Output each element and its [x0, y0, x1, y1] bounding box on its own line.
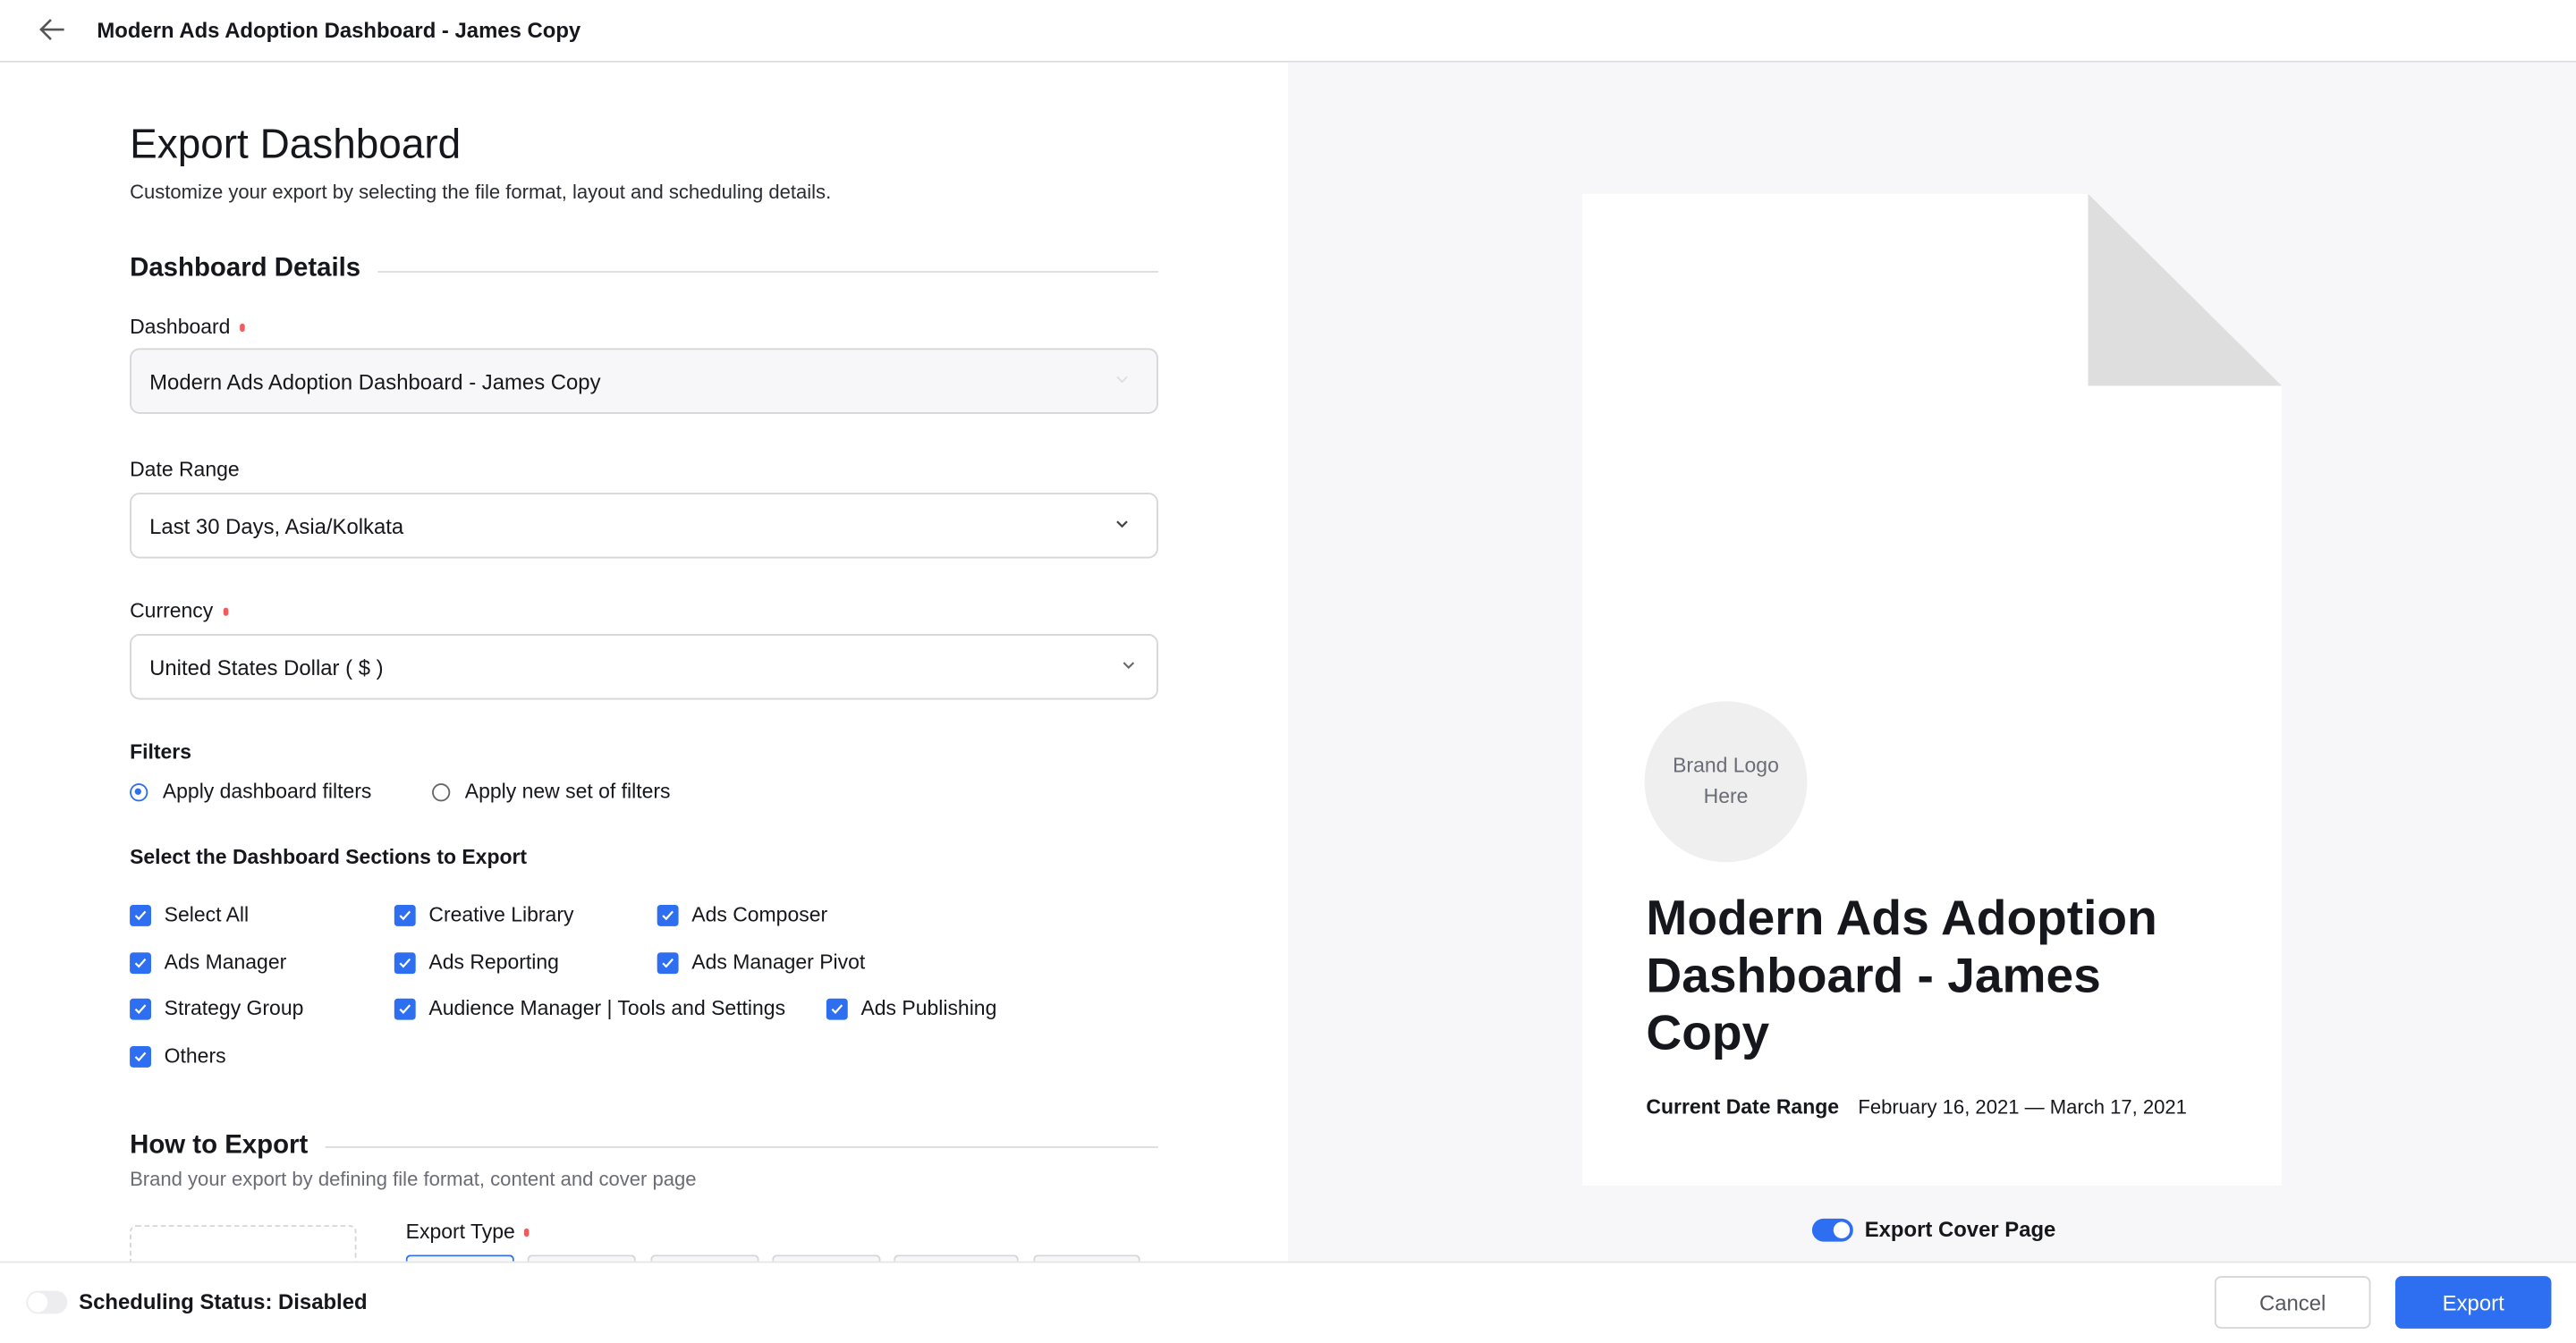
checkbox-checked-icon: [657, 904, 679, 926]
logo-text: Here: [1703, 784, 1749, 808]
required-indicator: [223, 607, 228, 617]
divider: [377, 271, 1158, 273]
section-heading-details: Dashboard Details: [130, 254, 361, 283]
checkbox-label: Creative Library: [428, 903, 574, 926]
currency-label-text: Currency: [130, 599, 214, 623]
export-type-label: Export Type: [405, 1220, 530, 1244]
required-indicator: [240, 324, 245, 333]
currency-select[interactable]: United States Dollar ( $ ): [130, 633, 1158, 700]
footer-bar: Scheduling Status: Disabled Cancel Expor…: [0, 1261, 2576, 1343]
dashboard-label-text: Dashboard: [130, 315, 231, 339]
export-button[interactable]: Export: [2394, 1276, 2552, 1329]
radio-apply-new-filters[interactable]: Apply new set of filters: [432, 780, 671, 804]
date-range-select[interactable]: Last 30 Days, Asia/Kolkata: [130, 493, 1158, 559]
radio-label: Apply new set of filters: [464, 780, 671, 804]
checkbox-label: Strategy Group: [164, 996, 304, 1020]
cover-page-toggle[interactable]: [1811, 1218, 1853, 1242]
logo-text: Brand Logo: [1673, 754, 1779, 777]
date-range-label: Date Range: [130, 458, 240, 482]
section-heading-how: How to Export: [130, 1131, 309, 1160]
section-checkbox[interactable]: Creative Library: [394, 903, 574, 926]
section-checkbox[interactable]: Ads Manager: [130, 950, 286, 974]
scheduling-status: Scheduling Status: Disabled: [79, 1288, 368, 1314]
section-checkbox[interactable]: Others: [130, 1044, 226, 1068]
dashboard-label: Dashboard: [130, 315, 245, 339]
chevron-down-icon: [1123, 662, 1135, 670]
date-range-value: Last 30 Days, Asia/Kolkata: [149, 512, 404, 538]
checkbox-label: Ads Composer: [691, 903, 828, 926]
checkbox-checked-icon: [394, 997, 416, 1019]
checkbox-label: Audience Manager | Tools and Settings: [428, 996, 786, 1020]
arrow-left-icon[interactable]: [36, 15, 69, 45]
page-title: Export Dashboard: [130, 121, 462, 168]
checkbox-checked-icon: [130, 904, 151, 926]
checkbox-checked-icon: [394, 904, 416, 926]
sections-heading: Select the Dashboard Sections to Export: [130, 845, 528, 869]
checkbox-label: Others: [164, 1044, 226, 1068]
brand-logo-placeholder[interactable]: Brand Logo Here: [1644, 701, 1808, 863]
checkbox-checked-icon: [130, 951, 151, 974]
how-subtitle: Brand your export by defining file forma…: [130, 1167, 697, 1191]
dashboard-title: Modern Ads Adoption Dashboard - James Co…: [97, 18, 581, 43]
currency-value: United States Dollar ( $ ): [149, 654, 384, 680]
required-indicator: [524, 1229, 530, 1237]
checkbox-checked-icon: [826, 997, 848, 1019]
top-bar: Modern Ads Adoption Dashboard - James Co…: [0, 0, 2576, 63]
scheduling-toggle[interactable]: [26, 1290, 68, 1314]
checkbox-checked-icon: [394, 951, 416, 974]
preview-title: Modern Ads Adoption Dashboard - James Co…: [1646, 891, 2157, 1061]
cover-page-label: Export Cover Page: [1864, 1217, 2056, 1242]
export-type-label-text: Export Type: [405, 1220, 515, 1244]
filters-label: Filters: [130, 740, 192, 764]
checkbox-label: Ads Reporting: [428, 950, 559, 975]
cancel-button[interactable]: Cancel: [2214, 1276, 2371, 1329]
section-checkbox[interactable]: Strategy Group: [130, 997, 303, 1020]
currency-label: Currency: [130, 599, 228, 622]
radio-unselected-icon: [432, 782, 451, 801]
radio-label: Apply dashboard filters: [162, 780, 372, 804]
dashboard-select-value: Modern Ads Adoption Dashboard - James Co…: [149, 368, 601, 393]
section-checkbox[interactable]: Ads Reporting: [394, 950, 559, 974]
checkbox-checked-icon: [657, 951, 679, 974]
checkbox-label: Ads Publishing: [860, 996, 997, 1020]
page-subtitle: Customize your export by selecting the f…: [130, 181, 832, 204]
divider: [325, 1146, 1158, 1148]
checkbox-checked-icon: [130, 997, 151, 1019]
section-checkbox[interactable]: Audience Manager | Tools and Settings: [394, 997, 785, 1020]
radio-selected-icon: [130, 782, 148, 801]
checkbox-label: Select All: [164, 903, 250, 926]
date-range-caption: Current Date Range: [1646, 1095, 1840, 1119]
radio-apply-dashboard-filters[interactable]: Apply dashboard filters: [130, 780, 371, 803]
section-checkbox[interactable]: Ads Publishing: [826, 997, 996, 1020]
section-checkbox[interactable]: Ads Composer: [657, 903, 827, 926]
section-checkbox[interactable]: Select All: [130, 903, 249, 926]
export-dashboard-page: Modern Ads Adoption Dashboard - James Co…: [0, 0, 2576, 1343]
date-range-value: February 16, 2021 — March 17, 2021: [1858, 1095, 2187, 1119]
chevron-down-icon: [1116, 520, 1128, 528]
checkbox-label: Ads Manager: [164, 950, 287, 975]
checkbox-label: Ads Manager Pivot: [691, 950, 866, 975]
section-checkbox[interactable]: Ads Manager Pivot: [657, 950, 866, 975]
checkbox-checked-icon: [130, 1045, 151, 1067]
page-fold-icon: [2088, 193, 2283, 386]
dashboard-select[interactable]: Modern Ads Adoption Dashboard - James Co…: [130, 348, 1158, 414]
chevron-down-icon: [1116, 376, 1128, 384]
